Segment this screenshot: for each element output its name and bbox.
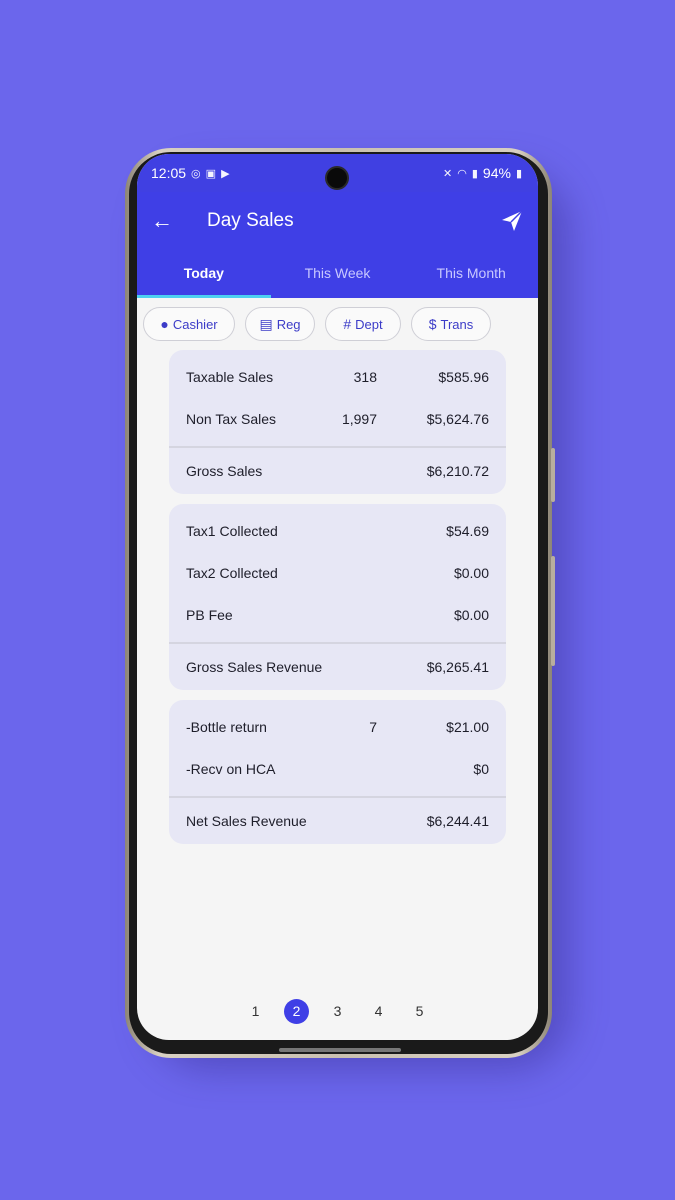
page-button[interactable]: 4 <box>366 999 391 1024</box>
row-count: 318 <box>353 369 377 385</box>
chip-label: Dept <box>355 316 383 332</box>
row-label: Non Tax Sales <box>186 411 277 427</box>
battery-level: 94% <box>482 165 511 181</box>
total-row: Gross Sales Revenue $6,265.41 <box>169 644 506 690</box>
send-icon[interactable] <box>500 209 524 233</box>
mute-icon: ✕ <box>443 167 453 180</box>
total-amount: $6,244.41 <box>426 813 489 829</box>
total-label: Gross Sales Revenue <box>186 659 323 675</box>
revenue-card: Tax1 Collected $54.69 Tax2 Collected $0.… <box>169 504 506 690</box>
dollar-icon: $ <box>428 316 437 332</box>
row-amount: $5,624.76 <box>426 411 489 427</box>
chip-label: Trans <box>440 316 474 332</box>
row-count: 1,997 <box>341 411 377 427</box>
clock: 12:05 <box>151 165 187 181</box>
period-tabs: Today This Week This Month <box>137 250 538 298</box>
app-icon: ▶ <box>221 167 230 180</box>
table-row: PB Fee $0.00 <box>169 594 506 636</box>
phone-frame: 12:05 ◎ ▣ ▶ ✕ ◠ ▮ 94% ▮ ← Day Sales Toda… <box>125 148 555 1058</box>
total-amount: $6,210.72 <box>426 463 489 479</box>
page-button-active[interactable]: 2 <box>284 999 309 1024</box>
tab-this-week[interactable]: This Week <box>271 250 405 298</box>
back-arrow-icon[interactable]: ← <box>151 208 191 234</box>
row-amount: $21.00 <box>446 719 489 735</box>
grid-icon: # <box>343 316 352 332</box>
row-label: Tax2 Collected <box>186 565 278 581</box>
total-row: Net Sales Revenue $6,244.41 <box>169 798 506 844</box>
table-row: Tax1 Collected $54.69 <box>169 510 506 552</box>
net-card: -Bottle return 7 $21.00 -Recv on HCA $0 … <box>169 700 506 844</box>
chip-label: Cashier <box>172 316 218 332</box>
app-bar: ← Day Sales <box>137 192 538 250</box>
fingerprint-icon: ◎ <box>191 167 201 180</box>
tab-today[interactable]: Today <box>137 250 271 298</box>
screen: 12:05 ◎ ▣ ▶ ✕ ◠ ▮ 94% ▮ ← Day Sales Toda… <box>137 154 538 1040</box>
page-button[interactable]: 3 <box>325 999 350 1024</box>
sales-card: Taxable Sales 318 $585.96 Non Tax Sales … <box>169 350 506 494</box>
signal-icon: ▮ <box>471 167 478 180</box>
trans-chip[interactable]: $ Trans <box>411 307 491 341</box>
dept-chip[interactable]: # Dept <box>325 307 401 341</box>
row-amount: $585.96 <box>438 369 489 385</box>
table-row: Taxable Sales 318 $585.96 <box>169 356 506 398</box>
tab-this-month[interactable]: This Month <box>404 250 538 298</box>
front-camera <box>325 166 349 190</box>
page-button[interactable]: 5 <box>407 999 432 1024</box>
volume-button <box>551 448 555 502</box>
table-row: -Recv on HCA $0 <box>169 748 506 790</box>
power-button <box>551 556 555 666</box>
page-title: Day Sales <box>207 210 294 231</box>
filter-chips: ● Cashier ▤ Reg # Dept $ Trans <box>137 298 538 350</box>
row-label: -Recv on HCA <box>186 761 276 777</box>
pagination: 1 2 3 4 5 <box>137 999 538 1024</box>
total-label: Net Sales Revenue <box>186 813 307 829</box>
page-button[interactable]: 1 <box>243 999 268 1024</box>
row-count: 7 <box>369 719 377 735</box>
wifi-icon: ◠ <box>457 167 467 180</box>
chip-label: Reg <box>276 316 301 332</box>
row-label: Tax1 Collected <box>186 523 278 539</box>
reg-chip[interactable]: ▤ Reg <box>245 307 315 341</box>
total-amount: $6,265.41 <box>426 659 489 675</box>
table-row: Non Tax Sales 1,997 $5,624.76 <box>169 398 506 440</box>
row-amount: $54.69 <box>446 523 489 539</box>
row-amount: $0.00 <box>453 607 489 623</box>
table-row: Tax2 Collected $0.00 <box>169 552 506 594</box>
notification-icon: ▣ <box>205 167 217 180</box>
person-icon: ● <box>160 316 169 332</box>
row-label: -Bottle return <box>186 719 267 735</box>
row-label: PB Fee <box>186 607 233 623</box>
register-icon: ▤ <box>259 315 273 332</box>
cashier-chip[interactable]: ● Cashier <box>143 307 235 341</box>
table-row: -Bottle return 7 $21.00 <box>169 706 506 748</box>
total-row: Gross Sales $6,210.72 <box>169 448 506 494</box>
total-label: Gross Sales <box>186 463 263 479</box>
row-amount: $0.00 <box>453 565 489 581</box>
row-label: Taxable Sales <box>186 369 274 385</box>
battery-icon: ▮ <box>515 167 522 180</box>
row-amount: $0 <box>473 761 489 777</box>
home-indicator[interactable] <box>279 1048 401 1052</box>
